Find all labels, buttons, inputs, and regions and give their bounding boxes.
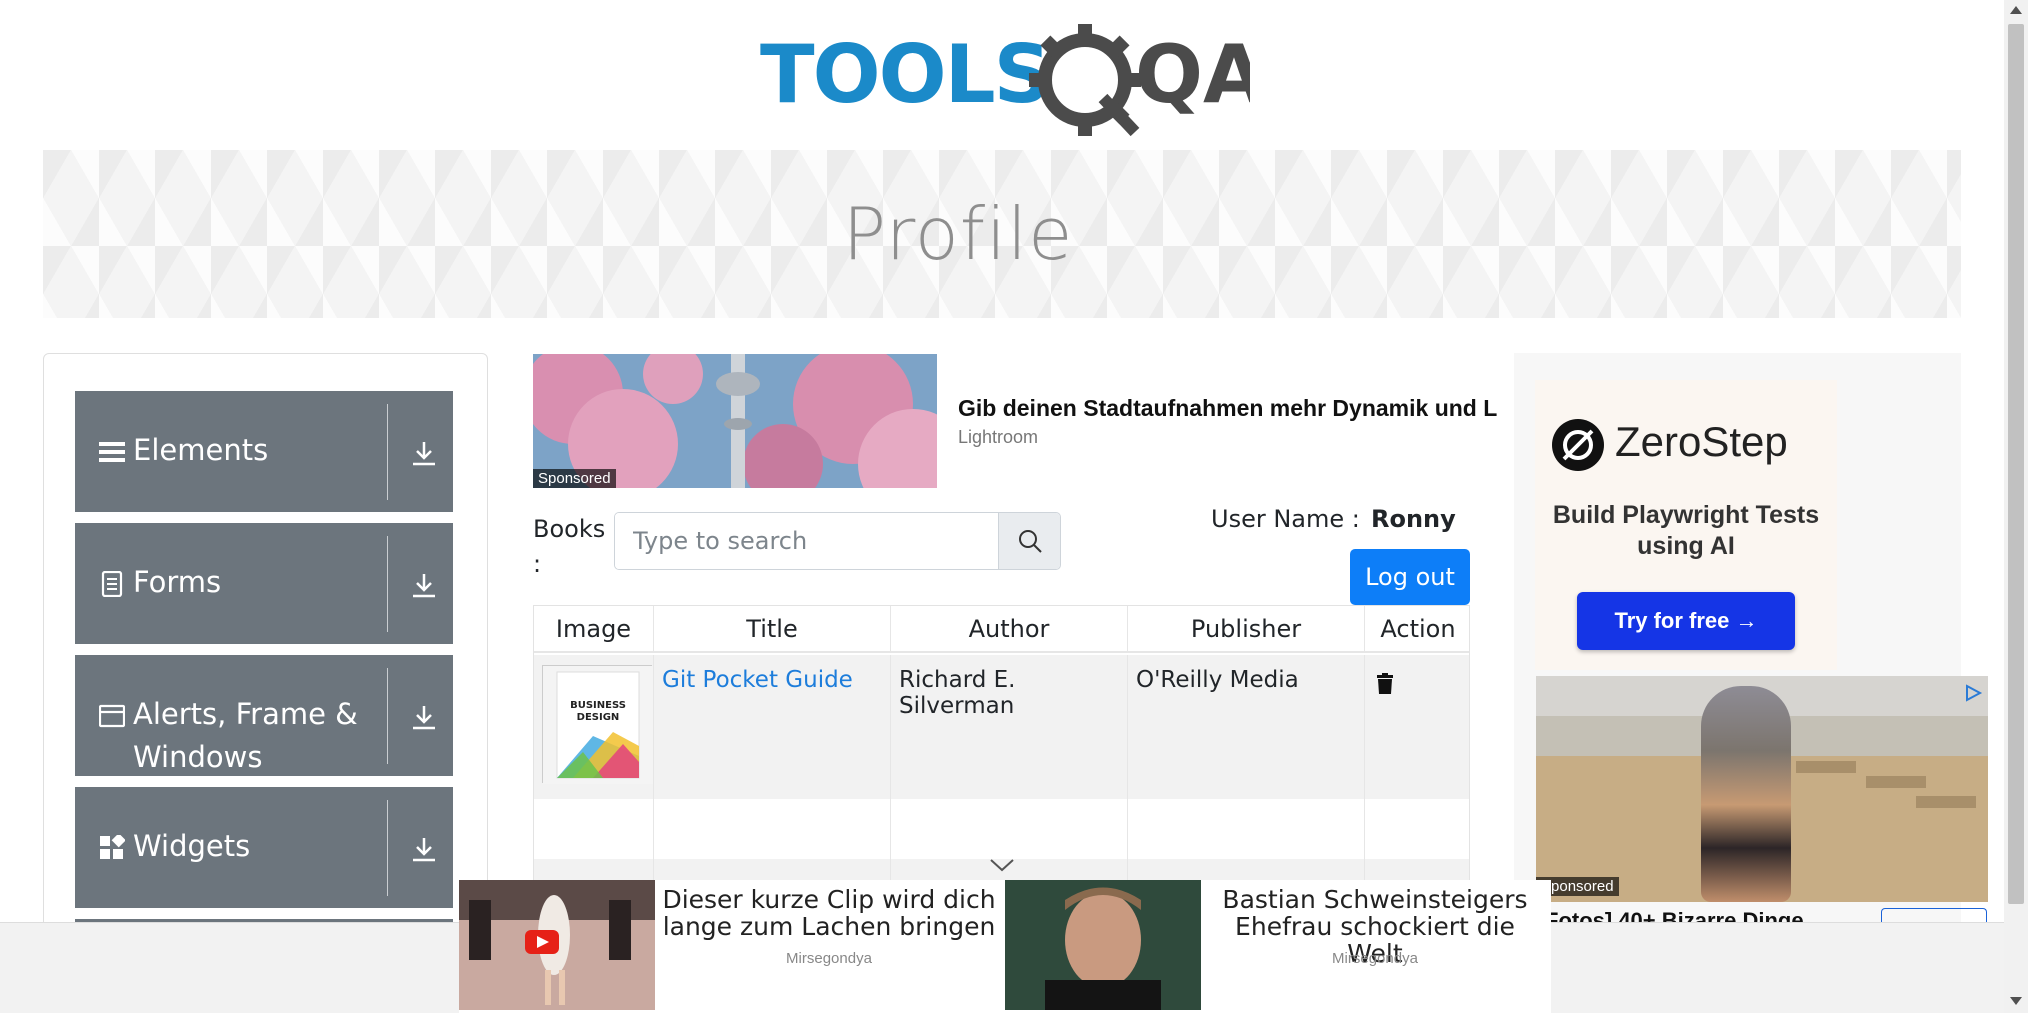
column-header-image[interactable]: Image	[534, 606, 654, 653]
download-arrow-icon[interactable]	[410, 571, 438, 599]
sidebar-group-label-line2: Windows	[133, 740, 263, 774]
logout-button[interactable]: Log out	[1350, 549, 1470, 605]
sidebar-group-label: Forms	[133, 565, 222, 599]
search-box	[614, 512, 1061, 570]
sidebar-group-widgets[interactable]: Widgets	[75, 787, 453, 908]
sidebar-group-label: Alerts, Frame &	[133, 697, 358, 731]
sidebar-group-forms[interactable]: Forms	[75, 523, 453, 644]
download-arrow-icon[interactable]	[410, 703, 438, 731]
page-title: Profile	[842, 192, 1074, 276]
trash-icon[interactable]	[1375, 673, 1395, 695]
table-row-empty	[534, 799, 1469, 859]
books-table: Image Title Author Publisher Action BUSI…	[533, 605, 1470, 915]
svg-text:DESIGN: DESIGN	[577, 712, 620, 723]
sidebar-group-elements[interactable]: Elements	[75, 391, 453, 512]
ad-zerostep[interactable]: ZeroStep Build Playwright Tests using AI…	[1535, 380, 1837, 670]
toolsqa-logo[interactable]: TOOLS QA	[760, 22, 1265, 137]
try-for-free-button[interactable]: Try for free →	[1577, 592, 1795, 650]
widgets-icon	[100, 835, 125, 859]
adchoices-icon[interactable]	[1963, 683, 1983, 703]
divider	[387, 800, 388, 896]
column-header-action[interactable]: Action	[1365, 606, 1469, 653]
bottom-ad-1[interactable]: Dieser kurze Clip wird dich lange zum La…	[459, 880, 1005, 1013]
column-header-title[interactable]: Title	[654, 606, 891, 653]
search-button[interactable]	[998, 513, 1060, 569]
book-publisher-cell: O'Reilly Media	[1128, 655, 1365, 799]
ad-headline[interactable]: Gib deinen Stadtaufnahmen mehr Dynamik u…	[958, 395, 1518, 422]
ad-headline[interactable]: Dieser kurze Clip wird dich lange zum La…	[659, 886, 999, 940]
book-title-cell: Git Pocket Guide	[654, 655, 891, 799]
sponsored-label: Sponsored	[533, 469, 616, 488]
username-value: Ronny	[1371, 505, 1456, 533]
menu-icon	[99, 442, 125, 462]
zerostep-logo-icon	[1552, 419, 1604, 471]
ad-source: Mirsegondya	[786, 950, 872, 967]
column-header-author[interactable]: Author	[891, 606, 1128, 653]
column-header-publisher[interactable]: Publisher	[1128, 606, 1365, 653]
document-icon	[101, 571, 123, 597]
table-row: BUSINESS DESIGN Git Pocket Guide Richard…	[534, 655, 1469, 799]
search-input[interactable]	[615, 513, 998, 569]
page-banner: Profile	[43, 150, 1961, 318]
sidebar: Elements Forms Alerts, Frame & Windows W…	[43, 353, 488, 1013]
ad-tagline: Build Playwright Tests using AI	[1552, 501, 1820, 560]
download-arrow-icon[interactable]	[410, 835, 438, 863]
download-arrow-icon[interactable]	[410, 439, 438, 467]
bottom-ad-2[interactable]: Bastian Schweinsteigers Ehefrau schockie…	[1005, 880, 1551, 1013]
ad-source: Lightroom	[958, 427, 1039, 447]
book-image-cell: BUSINESS DESIGN	[534, 655, 654, 799]
books-label: Books :	[533, 515, 606, 578]
person-figure	[1701, 686, 1791, 902]
vertical-scrollbar[interactable]	[2004, 0, 2028, 1013]
ad-image-beach[interactable]: Sponsored	[1536, 676, 1988, 902]
scrollbar-thumb[interactable]	[2008, 24, 2024, 904]
sidebar-group-label: Widgets	[133, 829, 251, 863]
sidebar-group-alerts-frame-windows[interactable]: Alerts, Frame & Windows	[75, 655, 453, 776]
book-cover-image: BUSINESS DESIGN	[542, 665, 653, 784]
ad-image-cherry-blossom-tower[interactable]: Sponsored	[533, 354, 937, 488]
ad-thumbnail[interactable]	[1005, 880, 1201, 1010]
book-author-cell: Richard E. Silverman	[891, 655, 1128, 799]
video-thumbnail[interactable]	[459, 880, 655, 1010]
scroll-up-arrow-icon[interactable]	[2010, 6, 2022, 14]
ad-source: Mirsegondya	[1332, 950, 1418, 967]
divider	[387, 668, 388, 764]
username-label: User Name :	[1211, 505, 1360, 533]
sidebar-group-label: Elements	[133, 433, 269, 467]
scroll-down-arrow-icon[interactable]	[2010, 997, 2022, 1005]
book-action-cell	[1365, 655, 1469, 799]
book-title-link[interactable]: Git Pocket Guide	[662, 667, 853, 693]
divider	[387, 536, 388, 632]
chevron-down-icon[interactable]	[989, 856, 1015, 874]
divider	[387, 404, 388, 500]
search-icon	[1018, 530, 1042, 553]
svg-text:BUSINESS: BUSINESS	[570, 700, 626, 711]
ad-brand: ZeroStep	[1615, 418, 1788, 465]
svg-text:QA: QA	[1135, 28, 1250, 121]
svg-text:TOOLS: TOOLS	[760, 28, 1049, 121]
window-icon	[99, 704, 125, 728]
table-header: Image Title Author Publisher Action	[534, 606, 1469, 653]
